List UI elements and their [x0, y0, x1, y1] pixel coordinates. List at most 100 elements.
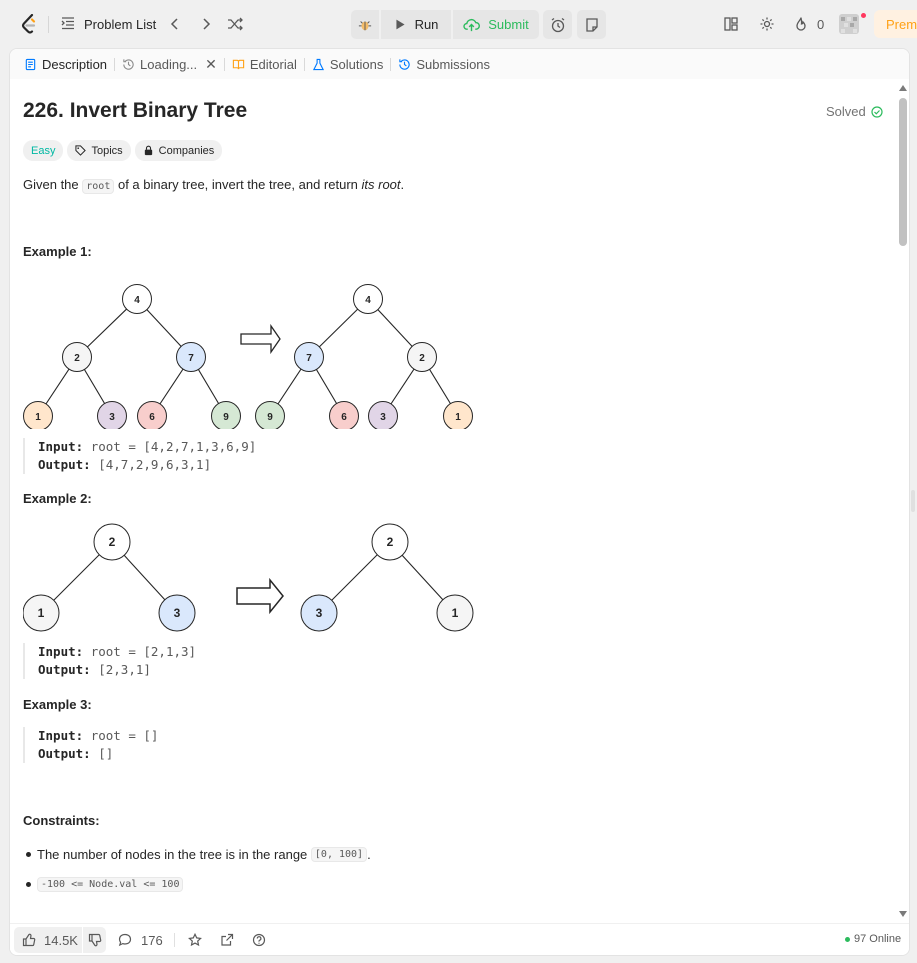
divider: [174, 933, 175, 947]
history-icon: [399, 58, 410, 70]
tab-label: Submissions: [416, 56, 491, 72]
tree-node: 2: [371, 523, 409, 561]
notes-button[interactable]: [577, 10, 606, 39]
example-heading: Example 1:: [23, 244, 92, 259]
next-problem-button[interactable]: [196, 14, 216, 34]
book-icon: [232, 59, 245, 69]
solved-status: Solved: [826, 104, 883, 119]
tree-node: 3: [97, 401, 127, 429]
debug-button[interactable]: [351, 10, 379, 39]
tree-node: 7: [294, 342, 324, 372]
tree-node: 3: [300, 594, 338, 632]
star-icon: [188, 933, 202, 947]
timer-button[interactable]: [543, 10, 572, 39]
tree-node: 4: [353, 284, 383, 314]
svg-text:3: 3: [174, 606, 181, 620]
svg-text:9: 9: [267, 412, 273, 423]
tab-solutions[interactable]: Solutions: [308, 49, 387, 79]
comments-button[interactable]: 176: [118, 927, 163, 953]
constraint-text: .: [367, 846, 371, 862]
scroll-up-arrow-icon[interactable]: [899, 85, 907, 91]
flask-icon: [312, 58, 324, 70]
like-button[interactable]: 14.5K: [14, 927, 82, 953]
svg-text:4: 4: [365, 295, 371, 306]
divider: [48, 16, 49, 33]
svg-text:6: 6: [341, 412, 347, 423]
premium-button[interactable]: Premium: [874, 10, 917, 38]
tab-description[interactable]: Description: [20, 49, 111, 79]
tree-node: 4: [122, 284, 152, 314]
example-3-io: Input: root = [] Output: []: [23, 727, 158, 763]
example-heading: Example 3:: [23, 697, 92, 712]
svg-text:4: 4: [134, 295, 140, 306]
desc-text: Given the: [23, 177, 83, 192]
companies-button[interactable]: Companies: [134, 140, 223, 161]
constraint-text: The number of nodes in the tree is in th…: [37, 846, 308, 862]
online-dot: [845, 936, 850, 942]
tree-node: 2: [62, 342, 92, 372]
gear-icon: [760, 17, 774, 31]
streak-counter[interactable]: 0: [793, 14, 824, 34]
list-item: -100 <= Node.val <= 100: [26, 869, 371, 899]
notification-dot: [861, 13, 866, 18]
close-icon[interactable]: ✕: [205, 56, 217, 73]
bug-icon: [358, 20, 372, 30]
svg-text:2: 2: [74, 353, 80, 364]
tab-loading[interactable]: Loading... ✕: [118, 49, 221, 79]
submit-label: Submit: [488, 17, 529, 32]
share-button[interactable]: [219, 932, 235, 948]
problem-description: Given the root of a binary tree, invert …: [23, 177, 404, 194]
example-2-io: Input: root = [2,1,3] Output: [2,3,1]: [23, 643, 196, 679]
scrollbar-thumb[interactable]: [899, 98, 907, 246]
tree-node: 7: [176, 342, 206, 372]
submit-button[interactable]: Submit: [453, 10, 539, 39]
favorite-button[interactable]: [187, 932, 203, 948]
top-navbar: Problem List Run Submit 0 Prem: [0, 0, 917, 48]
constraints-heading: Constraints:: [23, 813, 100, 828]
svg-text:3: 3: [316, 606, 323, 620]
svg-text:3: 3: [380, 412, 386, 423]
comments-count: 176: [141, 932, 163, 948]
layout-grid-icon: [724, 17, 738, 31]
tree-node: 2: [407, 342, 437, 372]
shuffle-icon: [228, 17, 243, 31]
example-1-io: Input: root = [4,2,7,1,3,6,9] Output: [4…: [23, 438, 256, 474]
output-value: [4,7,2,9,6,3,1]: [98, 457, 212, 472]
random-problem-button[interactable]: [225, 14, 245, 34]
tab-label: Loading...: [140, 56, 198, 72]
scroll-down-arrow-icon[interactable]: [899, 911, 907, 917]
avatar[interactable]: [839, 14, 859, 34]
arrow-right-icon: [236, 577, 284, 615]
tree-node: 6: [137, 401, 167, 429]
input-value: root = [2,1,3]: [90, 644, 197, 659]
topics-button[interactable]: Topics: [67, 140, 131, 161]
settings-button[interactable]: [757, 14, 777, 34]
prev-problem-button[interactable]: [165, 14, 185, 34]
tree-node: 3: [368, 401, 398, 429]
topics-label: Topics: [91, 144, 123, 157]
tree-node: 1: [23, 401, 53, 429]
input-label: Input:: [38, 439, 84, 454]
chevron-right-icon: [203, 18, 211, 30]
run-button[interactable]: Run: [381, 10, 451, 39]
fire-icon: [796, 17, 806, 31]
panel-resize-handle[interactable]: [911, 490, 915, 512]
history-icon: [123, 58, 134, 70]
tab-submissions[interactable]: Submissions: [394, 49, 494, 79]
panel-footer: 14.5K 176 97 Online: [10, 923, 909, 955]
input-value: root = []: [90, 728, 159, 743]
help-button[interactable]: [251, 932, 267, 948]
svg-text:2: 2: [387, 535, 394, 549]
problem-content: 226. Invert Binary Tree Solved Easy Topi…: [23, 79, 893, 909]
layout-button[interactable]: [721, 14, 741, 34]
tab-editorial[interactable]: Editorial: [228, 49, 301, 79]
premium-label: Premium: [886, 16, 917, 32]
leetcode-logo-icon[interactable]: [19, 13, 39, 36]
inline-code: -100 <= Node.val <= 100: [37, 876, 184, 892]
problem-title[interactable]: 226. Invert Binary Tree: [23, 99, 247, 123]
problem-list-button[interactable]: Problem List: [60, 14, 156, 34]
divider: [114, 57, 116, 71]
dislike-button[interactable]: [82, 927, 106, 953]
difficulty-label: Easy: [31, 144, 56, 157]
output-label: Output:: [38, 746, 91, 761]
